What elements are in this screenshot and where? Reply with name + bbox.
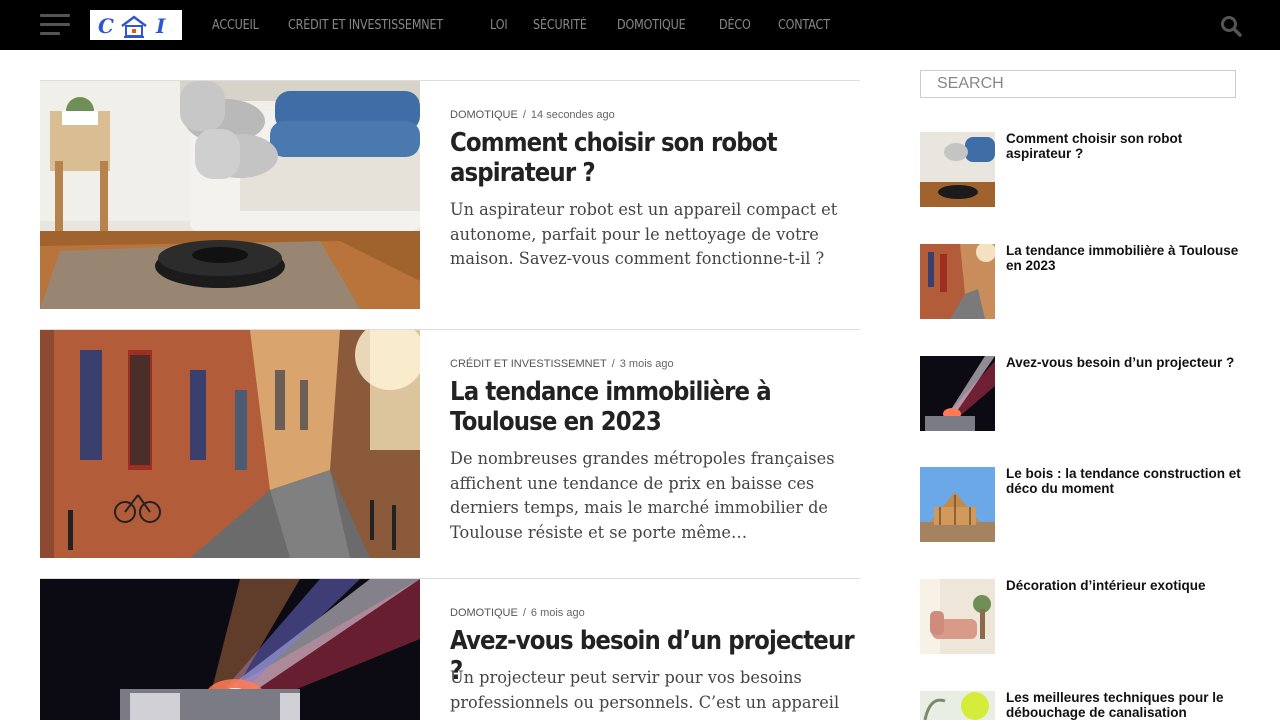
sidebar-post-title[interactable]: Le bois : la tendance construction et dé… <box>1006 466 1242 496</box>
nav-deco[interactable]: Déco <box>707 18 763 33</box>
sidebar-post-title[interactable]: Les meilleures techniques pour le débouc… <box>1006 691 1240 720</box>
sidebar-post-title[interactable]: Décoration d’intérieur exotique <box>1006 578 1242 594</box>
sidebar-post-title[interactable]: Comment choisir son robot aspirateur ? <box>1006 131 1242 161</box>
sidebar-post-image[interactable] <box>920 691 995 720</box>
sidebar-post[interactable]: Les meilleures techniques pour le débouc… <box>920 691 1240 720</box>
sidebar-post-image[interactable] <box>920 244 995 319</box>
article-meta: Crédit et investissemnet/3 mois ago <box>450 358 674 370</box>
article-time: 6 mois ago <box>530 607 585 619</box>
sidebar-post[interactable]: Décoration d’intérieur exotique <box>920 578 1242 655</box>
sidebar-post-image[interactable] <box>920 132 995 207</box>
article-card: Crédit et investissemnet/3 mois ago La t… <box>40 329 860 558</box>
article-title[interactable]: Comment choisir son robot aspirateur ? <box>450 128 860 188</box>
article-time: 14 secondes ago <box>530 109 615 121</box>
svg-text:I: I <box>155 14 166 38</box>
sidebar-post[interactable]: Avez-vous besoin d’un projecteur ? <box>920 355 1242 432</box>
article-meta: Domotique/6 mois ago <box>450 607 585 619</box>
article-excerpt: De nombreuses grandes métropoles françai… <box>450 449 835 543</box>
sidebar-post-title[interactable]: La tendance immobilière à Toulouse en 20… <box>1006 243 1242 273</box>
article-card: Domotique/14 secondes ago Comment choisi… <box>40 80 860 309</box>
main-nav: Accueil Crédit et investissemnet Loi Séc… <box>200 0 848 50</box>
sidebar-post-image[interactable] <box>920 579 995 654</box>
sidebar-post-title[interactable]: Avez-vous besoin d’un projecteur ? <box>1006 355 1242 371</box>
article-image-toulouse-street[interactable] <box>40 330 420 558</box>
sidebar-post-image[interactable] <box>920 467 995 542</box>
article-time: 3 mois ago <box>619 358 674 370</box>
article-title[interactable]: La tendance immobilière à Toulouse en 20… <box>450 377 860 437</box>
article-meta: Domotique/14 secondes ago <box>450 109 615 121</box>
nav-securite[interactable]: Sécurité <box>521 18 599 33</box>
article-image-projector[interactable] <box>40 579 420 720</box>
article-excerpt: Un projecteur peut servir pour vos besoi… <box>450 668 840 713</box>
site-logo[interactable]: C I <box>90 10 182 40</box>
article-excerpt: Un aspirateur robot est un appareil comp… <box>450 200 838 269</box>
nav-domotique[interactable]: Domotique <box>605 18 698 33</box>
sidebar-post[interactable]: La tendance immobilière à Toulouse en 20… <box>920 243 1242 320</box>
sidebar-post-image[interactable] <box>920 356 995 431</box>
sidebar-search-input[interactable] <box>920 70 1236 98</box>
svg-text:C: C <box>98 14 114 38</box>
nav-accueil[interactable]: Accueil <box>200 18 271 33</box>
article-category[interactable]: Domotique <box>450 109 518 121</box>
nav-credit-investissement[interactable]: Crédit et investissemnet <box>276 18 455 33</box>
article-image-robot-vacuum[interactable] <box>40 81 420 309</box>
menu-icon[interactable] <box>40 14 70 36</box>
search-icon[interactable] <box>1220 15 1242 37</box>
nav-loi[interactable]: Loi <box>478 18 519 33</box>
sidebar-post[interactable]: Comment choisir son robot aspirateur ? <box>920 131 1242 208</box>
article-card: Domotique/6 mois ago Avez-vous besoin d’… <box>40 578 860 720</box>
sidebar-post[interactable]: Le bois : la tendance construction et dé… <box>920 466 1242 543</box>
top-navbar: C I Accueil Crédit et investissemnet Loi… <box>0 0 1280 50</box>
article-category[interactable]: Domotique <box>450 607 518 619</box>
article-category[interactable]: Crédit et investissemnet <box>450 358 607 370</box>
nav-contact[interactable]: Contact <box>766 18 842 33</box>
